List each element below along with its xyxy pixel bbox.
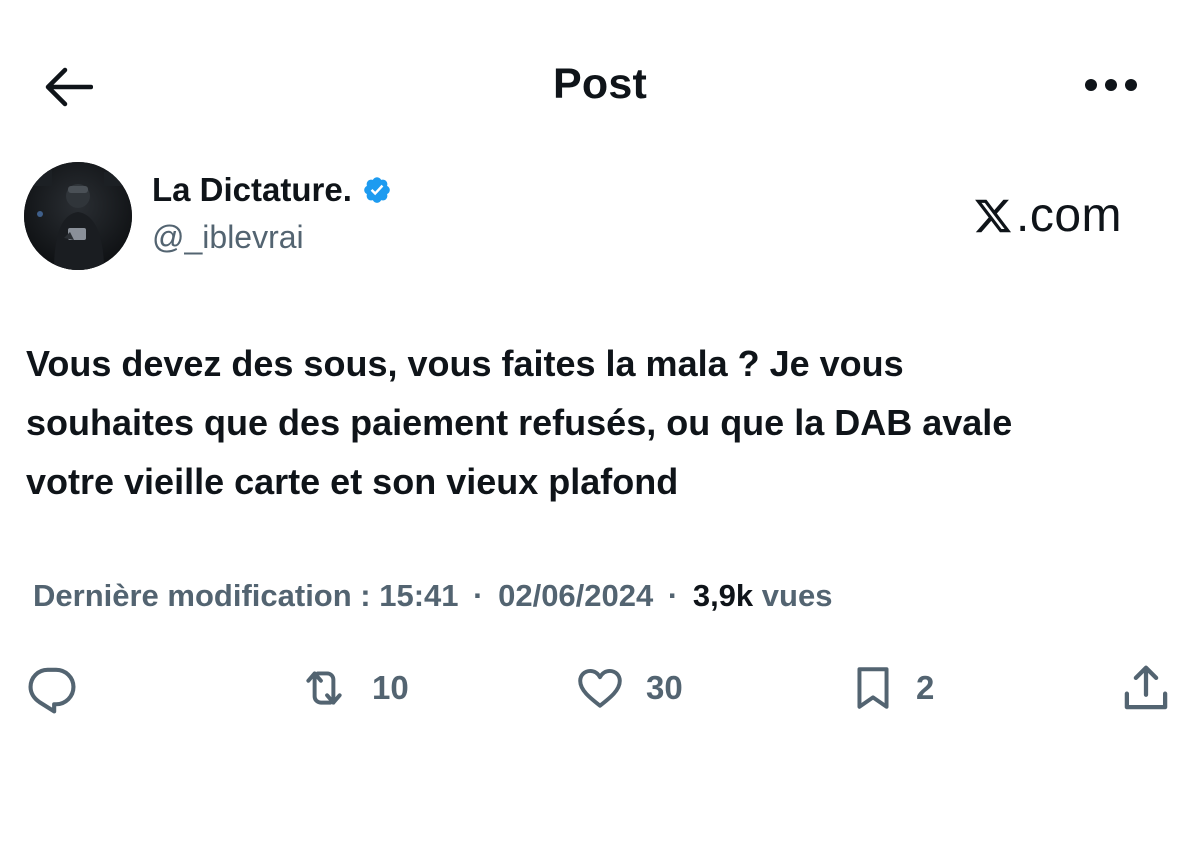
author-display-name: La Dictature. <box>152 171 352 208</box>
bookmark-count: 2 <box>916 669 935 706</box>
reply-icon <box>28 667 76 714</box>
tweet-text-line: votre vieille carte et son vieux plafond <box>26 461 679 502</box>
repost-button[interactable]: 10 <box>294 660 409 716</box>
repost-icon <box>306 671 342 705</box>
tweet-text: Vous devez des sous, vous faites la mala… <box>26 334 1186 511</box>
more-options-button[interactable] <box>1080 60 1142 110</box>
more-horizontal-icon <box>1085 79 1137 91</box>
x-logo-icon <box>972 196 1014 236</box>
tweet-text-line: Vous devez des sous, vous faites la mala… <box>26 343 904 384</box>
reply-button[interactable] <box>24 660 80 716</box>
watermark-text: .com <box>1016 189 1123 242</box>
views-count: 3,9k <box>692 578 754 613</box>
avatar-image <box>24 162 132 270</box>
author-name-row[interactable]: La Dictature. <box>152 171 392 209</box>
share-icon <box>1124 665 1168 710</box>
x-com-watermark: .com <box>972 188 1122 243</box>
meta-separator: · <box>667 578 679 613</box>
avatar[interactable] <box>24 162 132 270</box>
meta-separator: · <box>473 578 484 613</box>
share-button[interactable] <box>1118 660 1174 716</box>
post-page: Post La Dictature. @_iblevrai .com Vous … <box>0 0 1200 859</box>
tweet-meta: Dernière modification : 15:41 · 02/06/20… <box>33 578 832 614</box>
bookmark-icon <box>857 667 889 709</box>
edited-timestamp[interactable]: Dernière modification : 15:41 <box>33 578 459 613</box>
bookmark-button[interactable]: 2 <box>848 660 934 716</box>
repost-count: 10 <box>372 669 409 706</box>
views-label: vues <box>761 578 833 613</box>
like-count: 30 <box>646 669 683 706</box>
like-button[interactable]: 30 <box>572 660 683 716</box>
author-handle[interactable]: @_iblevrai <box>152 219 304 256</box>
verified-badge-icon <box>362 175 392 205</box>
heart-icon <box>578 668 622 708</box>
page-title: Post <box>553 60 647 108</box>
post-date[interactable]: 02/06/2024 <box>498 578 653 613</box>
tweet-text-line: souhaites que des paiement refusés, ou q… <box>26 402 1013 443</box>
